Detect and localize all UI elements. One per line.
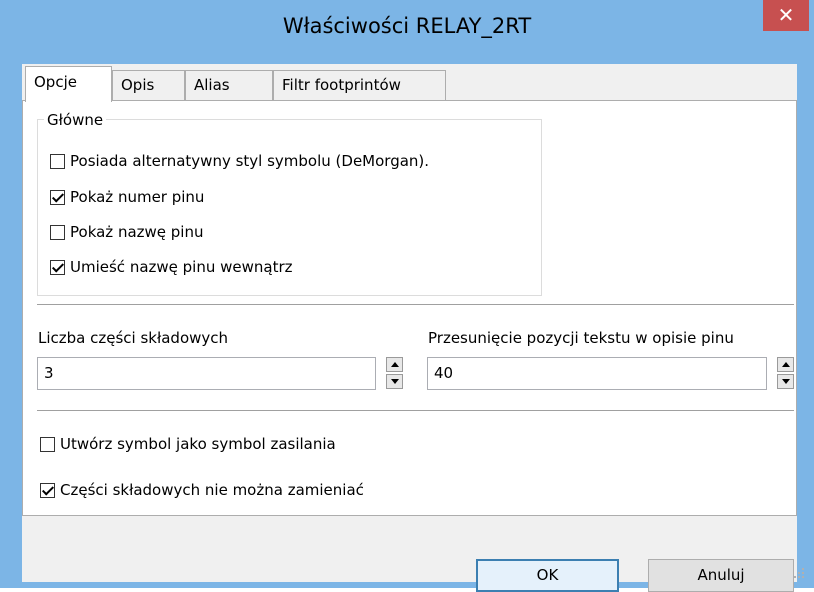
- show-pin-number-label: Pokaż numer pinu: [70, 188, 205, 206]
- pin-offset-spinner: [777, 357, 794, 389]
- window-frame-left: [0, 64, 22, 588]
- show-pin-name-label: Pokaż nazwę pinu: [70, 223, 204, 241]
- parts-count-input[interactable]: 3: [37, 357, 376, 390]
- power-symbol-label: Utwórz symbol jako symbol zasilania: [60, 435, 336, 453]
- window-frame-right: [797, 64, 814, 588]
- alternate-style-label: Posiada alternatywny styl symbolu (DeMor…: [70, 152, 430, 170]
- arrow-up-icon: [782, 362, 790, 367]
- tab-filtr-footprintow[interactable]: Filtr footprintów: [273, 70, 446, 100]
- window-title: Właściwości RELAY_2RT: [282, 14, 532, 38]
- alternate-style-checkbox-row[interactable]: Posiada alternatywny styl symbolu (DeMor…: [50, 150, 429, 172]
- pin-offset-label: Przesunięcie pozycji tekstu w opisie pin…: [428, 329, 734, 347]
- tab-opis-label: Opis: [121, 76, 155, 94]
- arrow-up-icon: [391, 362, 399, 367]
- properties-dialog: Właściwości RELAY_2RT ✕ Opcje Opis Alias…: [0, 0, 814, 592]
- separator-bottom: [37, 410, 794, 411]
- cancel-button[interactable]: Anuluj: [648, 559, 794, 592]
- ok-button[interactable]: OK: [476, 559, 619, 592]
- pin-offset-input[interactable]: 40: [427, 357, 767, 390]
- pin-offset-down-button[interactable]: [777, 374, 794, 389]
- general-groupbox-title: Główne: [44, 111, 107, 129]
- show-pin-number-checkbox[interactable]: [50, 189, 65, 205]
- parts-count-down-button[interactable]: [386, 374, 403, 389]
- alternate-style-checkbox[interactable]: [50, 153, 65, 169]
- arrow-down-icon: [782, 379, 790, 384]
- tab-alias[interactable]: Alias: [185, 70, 273, 100]
- arrow-down-icon: [391, 379, 399, 384]
- parts-count-label: Liczba części składowych: [38, 329, 229, 347]
- pin-name-inside-checkbox[interactable]: [50, 259, 65, 275]
- pin-name-inside-checkbox-row[interactable]: Umieść nazwę pinu wewnątrz: [50, 256, 293, 278]
- parts-locked-checkbox[interactable]: [40, 482, 55, 498]
- parts-locked-label: Części składowych nie można zamieniać: [60, 481, 364, 499]
- pin-offset-up-button[interactable]: [777, 357, 794, 372]
- resize-grip-icon[interactable]: [790, 564, 806, 580]
- power-symbol-checkbox-row[interactable]: Utwórz symbol jako symbol zasilania: [40, 433, 336, 455]
- show-pin-number-checkbox-row[interactable]: Pokaż numer pinu: [50, 186, 204, 208]
- close-icon[interactable]: ✕: [763, 0, 809, 31]
- tab-opcje-label: Opcje: [34, 73, 77, 91]
- power-symbol-checkbox[interactable]: [40, 436, 55, 452]
- show-pin-name-checkbox-row[interactable]: Pokaż nazwę pinu: [50, 221, 203, 243]
- parts-count-up-button[interactable]: [386, 357, 403, 372]
- tab-opis[interactable]: Opis: [112, 70, 185, 100]
- tab-alias-label: Alias: [194, 76, 230, 94]
- tab-opcje[interactable]: Opcje: [25, 66, 112, 102]
- tab-filtr-footprintow-label: Filtr footprintów: [282, 76, 401, 94]
- separator-top: [37, 304, 794, 305]
- parts-locked-checkbox-row[interactable]: Części składowych nie można zamieniać: [40, 479, 364, 501]
- show-pin-name-checkbox[interactable]: [50, 224, 65, 240]
- parts-count-spinner: [386, 357, 403, 389]
- pin-name-inside-label: Umieść nazwę pinu wewnątrz: [70, 258, 293, 276]
